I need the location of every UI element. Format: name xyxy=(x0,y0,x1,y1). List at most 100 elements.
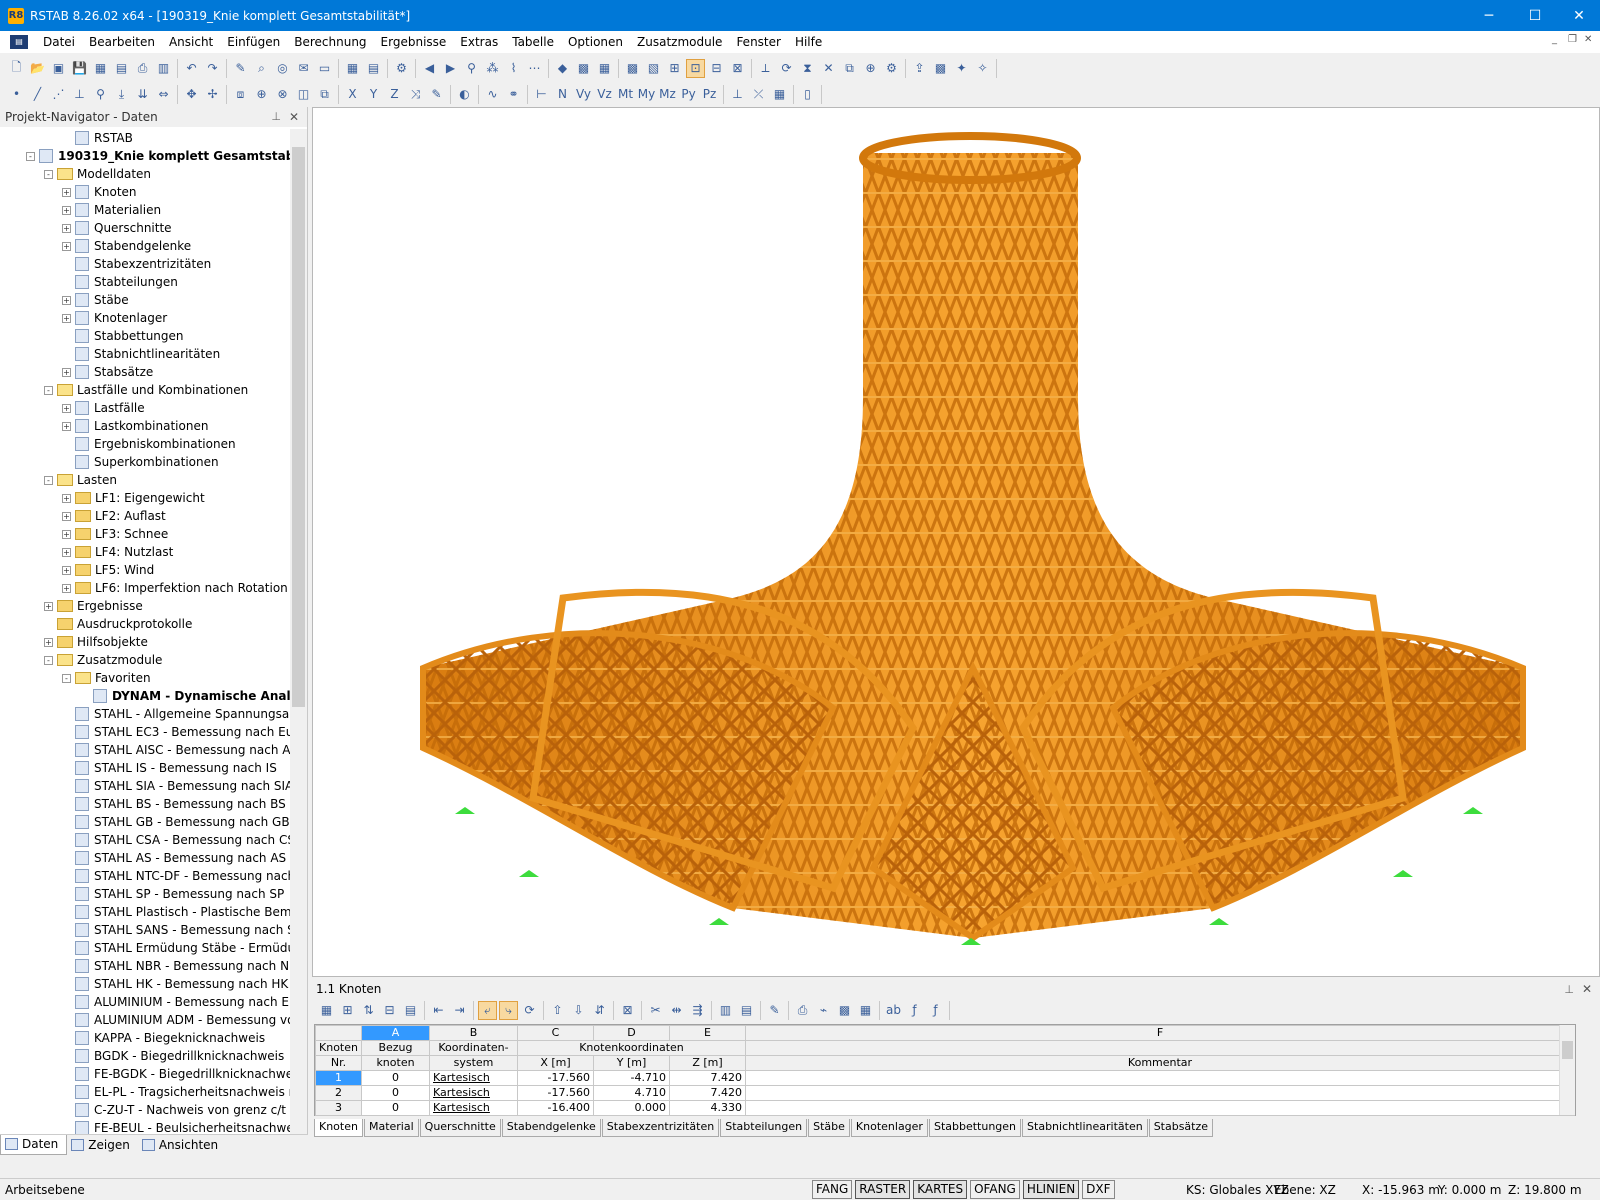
tree-item[interactable]: + Querschnitte xyxy=(0,219,290,237)
tree-item[interactable]: - 190319_Knie komplett Gesamtstabilität* xyxy=(0,147,290,165)
menu-optionen[interactable]: Optionen xyxy=(561,31,630,53)
tree-item[interactable]: + LF3: Schnee xyxy=(0,525,290,543)
navigator-icon[interactable]: ▤ xyxy=(364,59,383,78)
status-toggle-raster[interactable]: RASTER xyxy=(855,1180,911,1199)
mt-icon[interactable]: Mt xyxy=(616,85,635,104)
tree-item[interactable]: STAHL HK - Bemessung nach HK xyxy=(0,975,290,993)
column-letter[interactable]: D xyxy=(593,1025,670,1041)
tree-item[interactable]: RSTAB xyxy=(0,129,290,147)
menu-datei[interactable]: Datei xyxy=(36,31,82,53)
tree-item[interactable]: ALUMINIUM - Bemessung nach Eurocode 9 xyxy=(0,993,290,1011)
tree-item[interactable]: + Knotenlager xyxy=(0,309,290,327)
open-icon[interactable]: 📂 xyxy=(28,59,47,78)
tree-item[interactable]: + LF5: Wind xyxy=(0,561,290,579)
tree-item[interactable]: STAHL NTC-DF - Bemessung nach NTC-DF xyxy=(0,867,290,885)
tree-item[interactable]: + LF1: Eigengewicht xyxy=(0,489,290,507)
expand-icon[interactable]: + xyxy=(62,421,71,431)
cell-y[interactable]: 4.710 xyxy=(593,1085,670,1101)
tree-item[interactable]: ALUMINIUM ADM - Bemessung von Stäben xyxy=(0,1011,290,1029)
tree-item[interactable]: + Knoten xyxy=(0,183,290,201)
view-iso-icon[interactable]: ⧈ xyxy=(231,85,250,104)
u-icon[interactable]: ⊢ xyxy=(532,85,551,104)
join-icon[interactable]: ⇶ xyxy=(688,1001,707,1020)
tree-item[interactable]: STAHL SANS - Bemessung nach SANS xyxy=(0,921,290,939)
expand-icon[interactable]: + xyxy=(62,565,71,575)
excel-icon[interactable]: ▩ xyxy=(835,1001,854,1020)
close-button[interactable]: ✕ xyxy=(1556,0,1600,31)
cell-z[interactable]: 7.420 xyxy=(669,1070,746,1086)
table-tab[interactable]: Stabexzentrizitäten xyxy=(601,1119,720,1137)
tree-item[interactable]: STAHL GB - Bemessung nach GB xyxy=(0,813,290,831)
minimize-button[interactable]: ─ xyxy=(1466,0,1512,31)
pin-icon[interactable]: ⊥ xyxy=(1564,981,1574,998)
cell-comment[interactable] xyxy=(745,1100,1575,1116)
animation-icon[interactable]: ◆ xyxy=(553,59,572,78)
expand-icon[interactable]: + xyxy=(62,367,71,377)
split-icon[interactable]: ⇹ xyxy=(667,1001,686,1020)
mirror-icon[interactable]: ⧗ xyxy=(798,59,817,78)
tree-item[interactable]: + Materialien xyxy=(0,201,290,219)
tree-item[interactable]: STAHL Plastisch - Plastische Bemessung xyxy=(0,903,290,921)
menu-zusatzmodule[interactable]: Zusatzmodule xyxy=(630,31,729,53)
rotate-icon[interactable]: ⟳ xyxy=(777,59,796,78)
load-icon[interactable]: ⤓ xyxy=(112,85,131,104)
collapse-icon[interactable]: - xyxy=(44,475,53,485)
table-scroll-thumb[interactable] xyxy=(1562,1041,1573,1059)
menu-tabelle[interactable]: Tabelle xyxy=(505,31,561,53)
table-tab[interactable]: Stabbettungen xyxy=(928,1119,1022,1137)
expand-icon[interactable]: + xyxy=(62,529,71,539)
tree-item[interactable]: - Modelldaten xyxy=(0,165,290,183)
tree-item[interactable]: C-ZU-T - Nachweis von grenz c/t xyxy=(0,1101,290,1119)
dim-icon[interactable]: ⇔ xyxy=(154,85,173,104)
cell-system[interactable]: Kartesisch xyxy=(429,1100,518,1116)
table-tab[interactable]: Stabendgelenke xyxy=(501,1119,601,1137)
column-letter[interactable]: B xyxy=(429,1025,518,1041)
tree-item[interactable]: + Stabendgelenke xyxy=(0,237,290,255)
module-icon[interactable]: ▩ xyxy=(931,59,950,78)
previous-icon[interactable]: ◀ xyxy=(420,59,439,78)
support-icon[interactable]: ⊥ xyxy=(70,85,89,104)
cell-x[interactable]: -16.400 xyxy=(517,1100,594,1116)
wire-icon[interactable]: ⊞ xyxy=(665,59,684,78)
tree-item[interactable]: STAHL IS - Bemessung nach IS xyxy=(0,759,290,777)
menu-einf-gen[interactable]: Einfügen xyxy=(220,31,287,53)
menu-ergebnisse[interactable]: Ergebnisse xyxy=(374,31,454,53)
collapse-icon[interactable]: - xyxy=(44,655,53,665)
maximize-button[interactable]: ☐ xyxy=(1512,0,1558,31)
table-row[interactable]: 3 0 Kartesisch -16.400 0.000 4.330 xyxy=(315,1100,1575,1116)
next-table-icon[interactable]: ⇥ xyxy=(450,1001,469,1020)
curve-icon[interactable]: ∿ xyxy=(483,85,502,104)
search-icon[interactable]: ⌕ xyxy=(252,59,271,78)
cell-z[interactable]: 4.330 xyxy=(669,1100,746,1116)
navigator-scrollbar[interactable] xyxy=(290,129,307,1135)
report-icon[interactable]: ✧ xyxy=(973,59,992,78)
expand-icon[interactable]: + xyxy=(62,241,71,251)
edit-table-icon[interactable]: ▦ xyxy=(317,1001,336,1020)
table-row[interactable]: 2 0 Kartesisch -17.560 4.710 7.420 xyxy=(315,1085,1575,1101)
cell-comment[interactable] xyxy=(745,1070,1575,1086)
table-tab[interactable]: Stabteilungen xyxy=(720,1119,808,1137)
menu-extras[interactable]: Extras xyxy=(453,31,505,53)
paste-icon[interactable]: ⊕ xyxy=(861,59,880,78)
n-icon[interactable]: N xyxy=(553,85,572,104)
table-tab[interactable]: Material xyxy=(363,1119,419,1137)
insert-row-icon[interactable]: ⊞ xyxy=(338,1001,357,1020)
link-icon[interactable]: ⚭ xyxy=(504,85,523,104)
save-icon[interactable]: 💾 xyxy=(70,59,89,78)
my-icon[interactable]: My xyxy=(637,85,656,104)
menu-fenster[interactable]: Fenster xyxy=(729,31,788,53)
expand-icon[interactable]: + xyxy=(62,187,71,197)
table-tab[interactable]: Knotenlager xyxy=(850,1119,928,1137)
move-icon[interactable]: ✢ xyxy=(203,85,222,104)
next-icon[interactable]: ▶ xyxy=(441,59,460,78)
tree-item[interactable]: FE-BGDK - Biegedrillknicknachweis mit FE… xyxy=(0,1065,290,1083)
y-view-icon[interactable]: Y xyxy=(364,85,383,104)
previous-table-icon[interactable]: ⇤ xyxy=(429,1001,448,1020)
zoom-icon[interactable]: ⊕ xyxy=(252,85,271,104)
calculate-icon[interactable]: ⚙ xyxy=(392,59,411,78)
tab-ansichten[interactable]: Ansichten xyxy=(138,1135,226,1155)
print-report-icon[interactable]: ▥ xyxy=(154,59,173,78)
close-icon[interactable]: ✕ xyxy=(1582,981,1592,998)
line-load-icon[interactable]: ⇊ xyxy=(133,85,152,104)
expand-icon[interactable]: + xyxy=(62,205,71,215)
